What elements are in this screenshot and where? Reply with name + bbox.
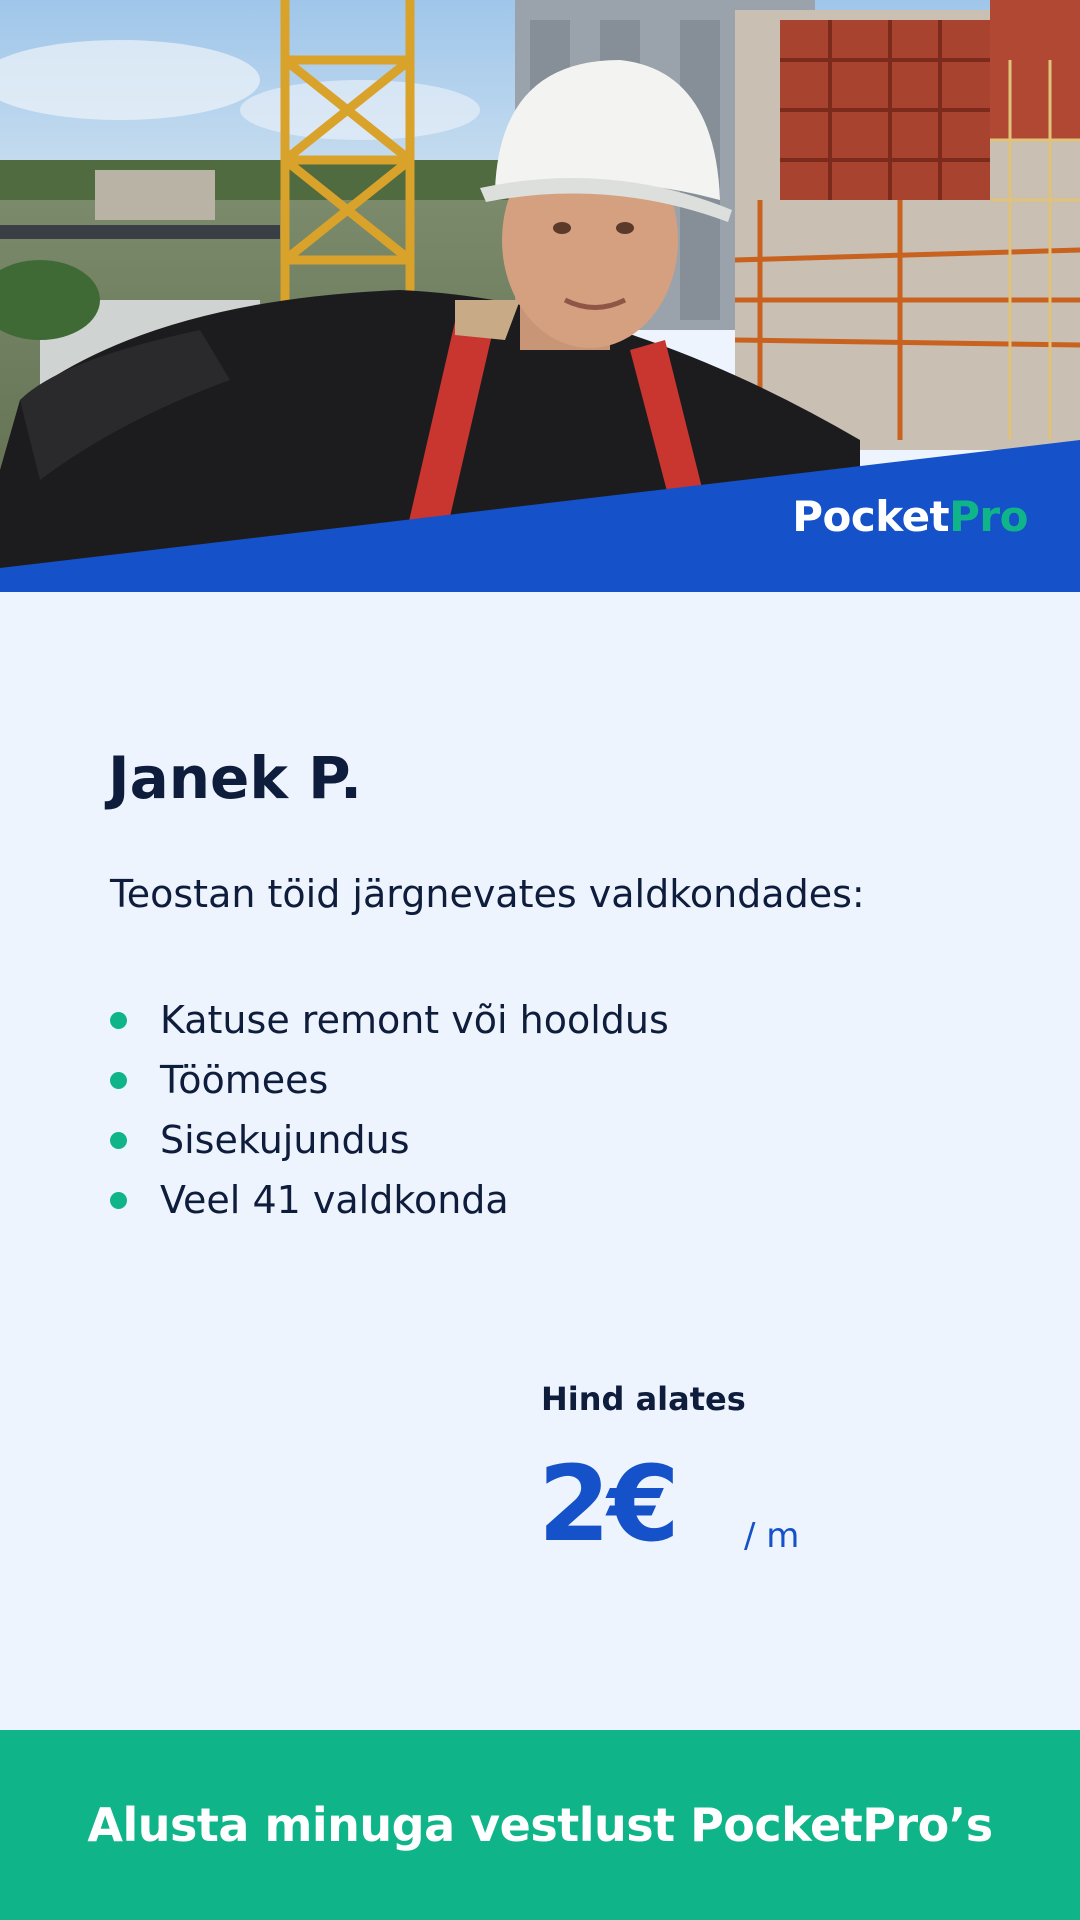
bullet-icon bbox=[110, 1072, 127, 1089]
service-label: Katuse remont või hooldus bbox=[160, 998, 669, 1042]
list-item: Töömees bbox=[110, 1050, 669, 1110]
service-label: Sisekujundus bbox=[160, 1118, 410, 1162]
bullet-icon bbox=[110, 1012, 127, 1029]
logo-text-pocket: Pocket bbox=[792, 492, 950, 541]
profile-content: Janek P. Teostan töid järgnevates valdko… bbox=[0, 592, 1080, 1730]
logo-text-pro: Pro bbox=[949, 492, 1028, 541]
services-intro: Teostan töid järgnevates valdkondades: bbox=[110, 872, 865, 916]
bullet-icon bbox=[110, 1132, 127, 1149]
price-amount: 2€ bbox=[538, 1443, 680, 1565]
service-label: Veel 41 valdkonda bbox=[160, 1178, 509, 1222]
price-unit: / m bbox=[744, 1516, 800, 1556]
pocketpro-logo: PocketPro bbox=[792, 496, 1028, 538]
price-label: Hind alates bbox=[541, 1380, 746, 1418]
service-label: Töömees bbox=[160, 1058, 329, 1102]
bullet-icon bbox=[110, 1192, 127, 1209]
list-item: Sisekujundus bbox=[110, 1110, 669, 1170]
start-chat-button[interactable]: Alusta minuga vestlust PocketPro’s bbox=[0, 1730, 1080, 1920]
list-item: Katuse remont või hooldus bbox=[110, 990, 669, 1050]
list-item: Veel 41 valdkonda bbox=[110, 1170, 669, 1230]
start-chat-label: Alusta minuga vestlust PocketPro’s bbox=[87, 1798, 993, 1852]
services-list: Katuse remont või hooldus Töömees Siseku… bbox=[110, 990, 669, 1230]
hero-banner: PocketPro bbox=[0, 0, 1080, 592]
profile-name: Janek P. bbox=[108, 744, 363, 812]
